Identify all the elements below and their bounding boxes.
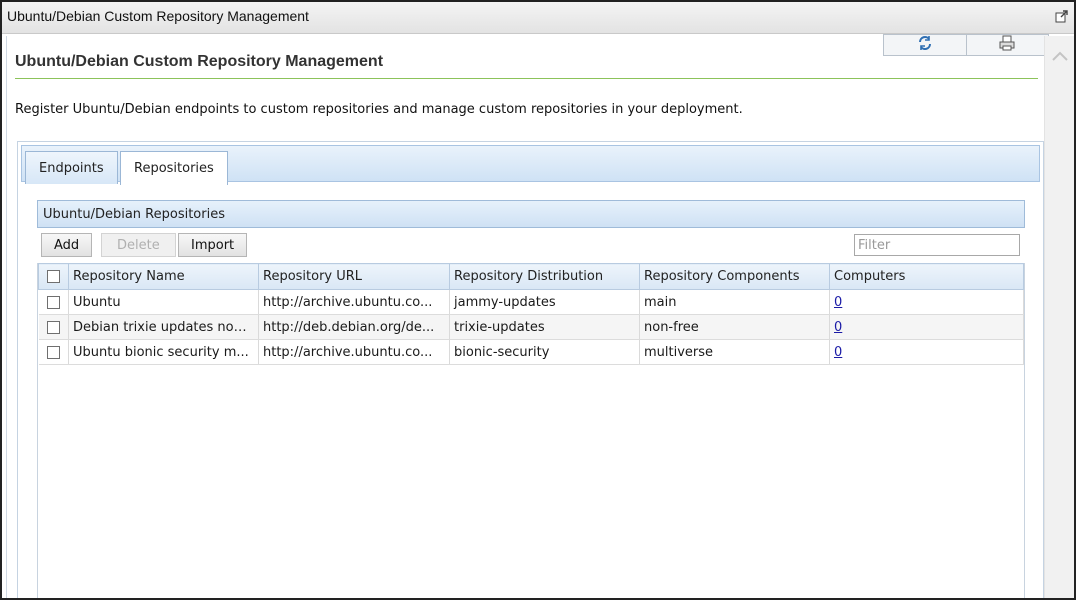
computers-cell: 0 — [829, 339, 1024, 365]
grid-toolbar: Add Delete Import — [37, 228, 1025, 263]
row-select-cell — [38, 314, 69, 340]
scroll-up-icon[interactable] — [1052, 50, 1068, 65]
delete-button[interactable]: Delete — [101, 233, 176, 257]
table-header-row: Repository Name Repository URL Repositor… — [38, 263, 1024, 290]
add-button[interactable]: Add — [41, 233, 93, 257]
select-all-checkbox[interactable] — [47, 270, 60, 283]
row-select-cell — [38, 289, 69, 315]
computers-count-link[interactable]: 0 — [834, 345, 842, 360]
tab-panel: Endpoints Repositories Ubuntu/Debian Rep… — [17, 141, 1044, 598]
column-header-computers[interactable]: Computers — [829, 263, 1024, 290]
table-area: Repository Name Repository URL Repositor… — [37, 263, 1025, 598]
tab-endpoints[interactable]: Endpoints — [25, 151, 118, 184]
repository-distribution-cell: trixie-updates — [449, 314, 640, 340]
computers-count-link[interactable]: 0 — [834, 295, 842, 310]
repository-components-cell: main — [639, 289, 830, 315]
column-header-name[interactable]: Repository Name — [68, 263, 259, 290]
repository-url-cell: http://deb.debian.org/de... — [258, 314, 450, 340]
tab-bar: Endpoints Repositories — [21, 145, 1040, 185]
table-row[interactable]: Debian trixie updates non... http://deb.… — [38, 314, 1024, 340]
repository-components-cell: multiverse — [639, 339, 830, 365]
main-content: Ubuntu/Debian Custom Repository Manageme… — [6, 34, 1049, 598]
row-checkbox[interactable] — [46, 295, 60, 309]
import-button[interactable]: Import — [178, 233, 248, 257]
column-header-url[interactable]: Repository URL — [258, 263, 450, 290]
repository-components-cell: non-free — [639, 314, 830, 340]
row-checkbox[interactable] — [46, 320, 60, 334]
window-title: Ubuntu/Debian Custom Repository Manageme… — [7, 8, 309, 24]
row-select-cell — [38, 339, 69, 365]
repository-url-cell: http://archive.ubuntu.co... — [258, 289, 450, 315]
repositories-grid: Ubuntu/Debian Repositories Add Delete Im… — [37, 200, 1025, 598]
tab-repositories[interactable]: Repositories — [120, 151, 228, 185]
repository-name-cell: Debian trixie updates non... — [68, 314, 259, 340]
filter-input[interactable] — [854, 234, 1020, 256]
computers-count-link[interactable]: 0 — [834, 320, 842, 335]
column-header-components[interactable]: Repository Components — [639, 263, 830, 290]
page-title: Ubuntu/Debian Custom Repository Manageme… — [15, 53, 384, 70]
repository-distribution-cell: jammy-updates — [449, 289, 640, 315]
row-checkbox[interactable] — [46, 345, 60, 359]
table-row[interactable]: Ubuntu bionic security m... http://archi… — [38, 339, 1024, 365]
repository-name-cell: Ubuntu bionic security m... — [68, 339, 259, 365]
column-header-distribution[interactable]: Repository Distribution — [449, 263, 640, 290]
print-button[interactable] — [967, 35, 1049, 55]
select-all-cell — [38, 263, 69, 290]
page-toolbar — [883, 34, 1049, 56]
print-icon — [999, 35, 1015, 55]
computers-cell: 0 — [829, 289, 1024, 315]
page-description: Register Ubuntu/Debian endpoints to cust… — [15, 102, 743, 117]
refresh-button[interactable] — [884, 35, 967, 55]
title-divider — [15, 78, 1038, 79]
vertical-scrollbar[interactable] — [1044, 36, 1074, 598]
grid-title: Ubuntu/Debian Repositories — [37, 200, 1025, 228]
app-window: Ubuntu/Debian Custom Repository Manageme… — [0, 0, 1076, 600]
popout-icon[interactable] — [1055, 10, 1068, 23]
computers-cell: 0 — [829, 314, 1024, 340]
table-row[interactable]: Ubuntu http://archive.ubuntu.co... jammy… — [38, 289, 1024, 315]
repository-url-cell: http://archive.ubuntu.co... — [258, 339, 450, 365]
refresh-icon — [917, 35, 933, 55]
repository-name-cell: Ubuntu — [68, 289, 259, 315]
repository-distribution-cell: bionic-security — [449, 339, 640, 365]
window-titlebar: Ubuntu/Debian Custom Repository Manageme… — [2, 2, 1074, 34]
repositories-table: Repository Name Repository URL Repositor… — [38, 263, 1024, 365]
